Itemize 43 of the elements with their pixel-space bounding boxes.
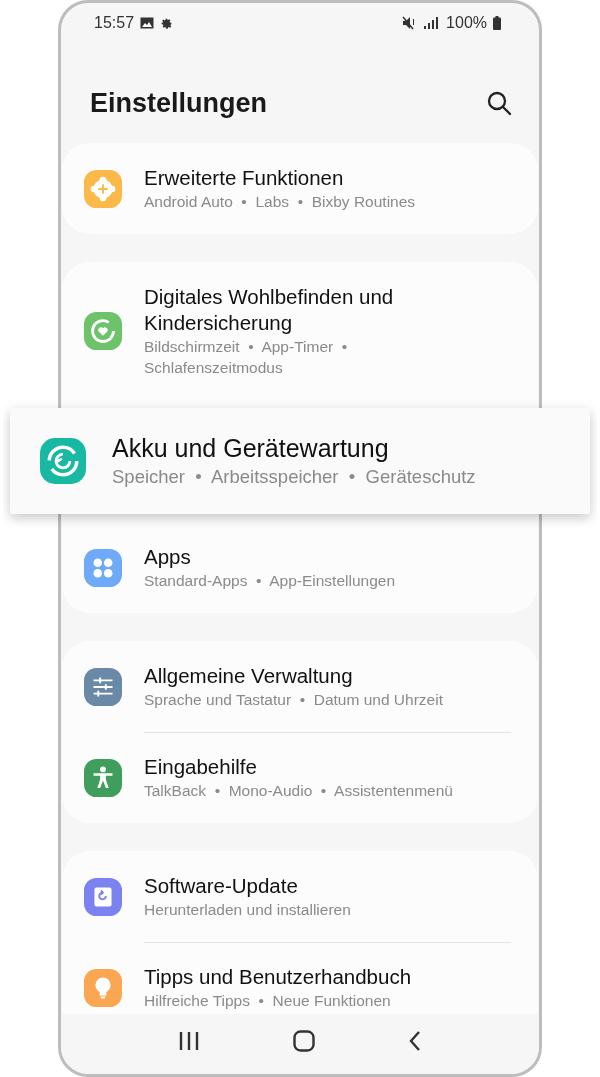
settings-item[interactable]: Software-Update Herunterladen und installieren [62,851,538,942]
home-icon[interactable] [293,1030,315,1052]
sliders-icon [84,667,122,706]
person-icon [84,758,122,797]
item-subtitle: Bildschirmzeit • App-Timer • Schlafenszeitmodus [144,337,349,378]
item-subtitle: Android Auto • Labs • Bixby Routines [144,192,416,212]
item-title: Software-Update [144,873,299,899]
four-dots-icon [84,548,122,587]
item-title: Eingabehilfe [144,754,258,780]
settings-item[interactable]: Eingabehilfe TalkBack • Mono-Audio • Assistentenmenü [62,732,538,823]
item-subtitle: Herunterladen und installieren [144,900,351,920]
item-subtitle: TalkBack • Mono-Audio • Assistentenmenü [144,781,453,801]
refresh-icon [84,877,122,916]
image-icon [140,17,155,29]
page-title: Einstellungen [90,87,268,119]
gear-plus-icon [84,169,122,208]
back-icon[interactable] [408,1030,423,1052]
settings-item[interactable]: Tipps und Benutzerhandbuch Hilfreiche Tipps • Neue Funktionen [62,942,538,1014]
item-subtitle: Standard-Apps • App-Einstellungen [144,571,395,591]
circular-arrows-icon [40,438,86,484]
item-subtitle: Hilfreiche Tipps • Neue Funktionen [144,991,392,1011]
item-title: Erweiterte Funktionen [144,165,345,191]
battery-icon [493,16,501,30]
signal-icon [424,17,439,29]
settings-item[interactable]: Apps Standard-Apps • App-Einstellungen [62,522,538,613]
settings-item[interactable]: Allgemeine Verwaltung Sprache und Tastatur • Datum und Uhrzeit [62,641,538,732]
settings-item[interactable]: Akku und Gerätewartung Speicher • Arbeitsspeicher • Geräteschutz [10,408,590,514]
heart-ring-icon [84,312,122,350]
recent-apps-icon[interactable] [177,1031,200,1051]
item-title: Akku und Gerätewartung [112,433,390,464]
item-title: Digitales Wohlbefinden und Kindersicherung [144,284,395,336]
gear-icon [160,16,174,30]
settings-item[interactable]: Erweiterte Funktionen Android Auto • Labs • Bixby Routines [62,143,538,234]
item-title: Allgemeine Verwaltung [144,663,354,689]
item-title: Apps [144,544,192,570]
item-title: Tipps und Benutzerhandbuch [144,964,412,990]
search-icon[interactable] [486,90,512,116]
battery-percent: 100% [446,14,487,32]
status-time: 15:57 [94,14,135,32]
settings-item[interactable]: Digitales Wohlbefinden und Kindersicherung Bildschirmzeit • App-Timer • Schlafenszeitmodus [62,262,538,400]
lightbulb-icon [84,968,122,1007]
item-subtitle: Speicher • Arbeitsspeicher • Geräteschutz [112,465,476,489]
item-subtitle: Sprache und Tastatur • Datum und Uhrzeit [144,690,443,710]
